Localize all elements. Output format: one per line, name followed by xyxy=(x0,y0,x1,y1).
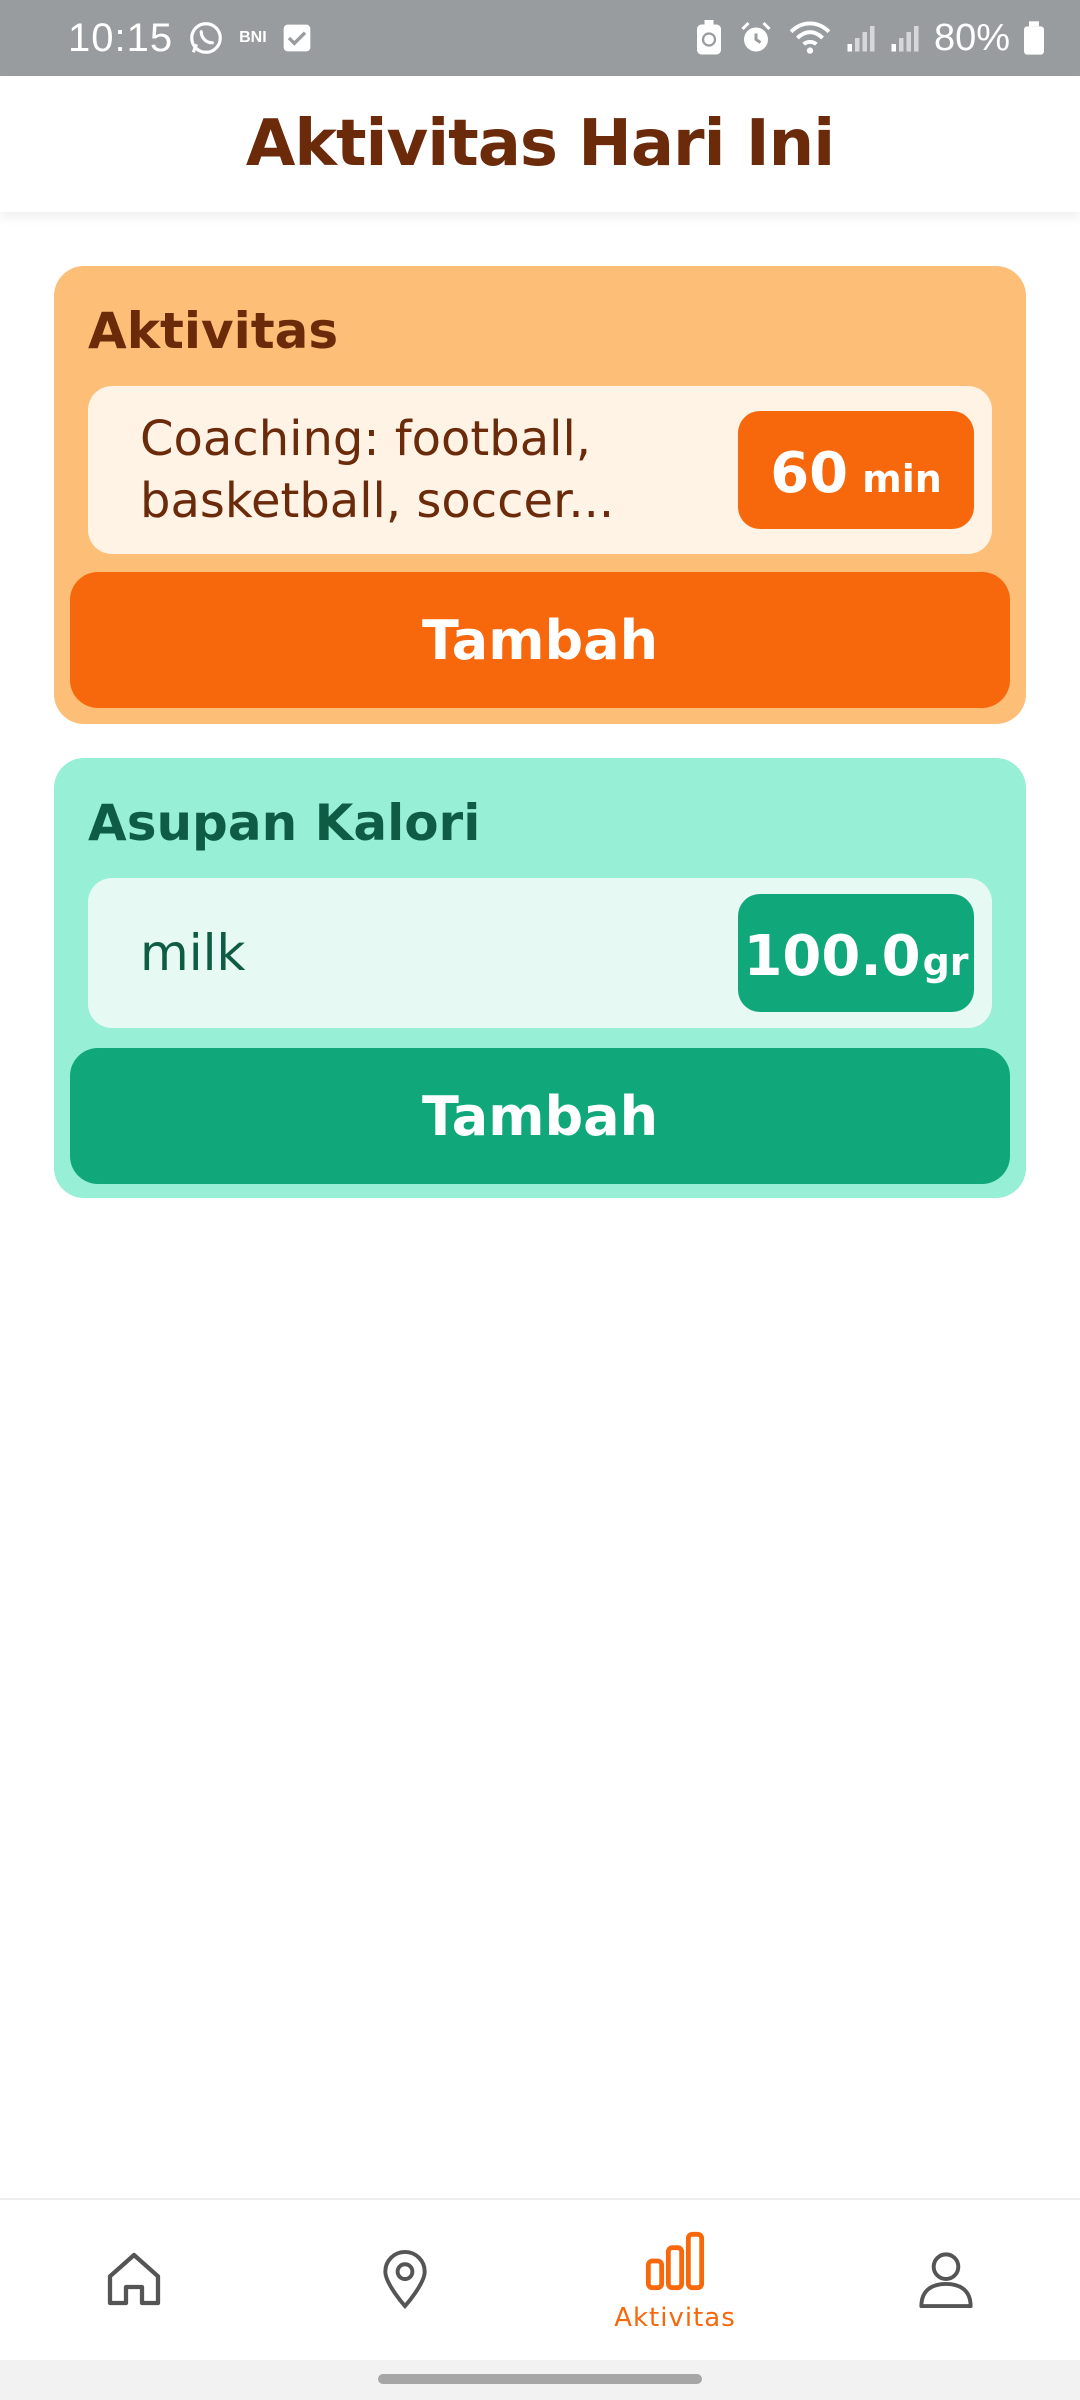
calorie-amount-value: 100.0 xyxy=(743,924,921,989)
nav-item-home[interactable] xyxy=(34,2200,234,2362)
app-header: Aktivitas Hari Ini xyxy=(0,76,1080,212)
calorie-entry[interactable]: milk 100.0 gr xyxy=(88,878,992,1028)
activity-entry-name: Coaching: football, basketball, soccer..… xyxy=(140,411,615,529)
activity-card-title: Aktivitas xyxy=(88,302,339,360)
activity-duration-unit: min xyxy=(862,457,942,501)
signal-icon xyxy=(890,23,920,53)
home-icon xyxy=(102,2247,166,2315)
bottom-nav: Aktivitas xyxy=(0,2198,1080,2360)
calorie-amount-unit: gr xyxy=(922,940,969,984)
activity-duration-value: 60 xyxy=(770,441,849,506)
battery-icon xyxy=(1024,21,1044,55)
nav-item-map[interactable] xyxy=(305,2200,505,2362)
wifi-icon xyxy=(788,20,832,56)
map-pin-icon xyxy=(375,2247,435,2315)
status-bar: 10:15 BNI 80% xyxy=(0,0,1080,76)
battery-percent: 80% xyxy=(933,16,1010,59)
gesture-bar xyxy=(0,2360,1080,2400)
activity-duration-badge: 60 min xyxy=(738,411,974,529)
battery-saver-icon xyxy=(694,20,724,56)
activity-card: Aktivitas Coaching: football, basketball… xyxy=(54,266,1026,724)
user-icon xyxy=(916,2247,976,2315)
nav-label-activity: Aktivitas xyxy=(614,2303,736,2333)
add-activity-button[interactable]: Tambah xyxy=(70,572,1010,708)
gesture-handle[interactable] xyxy=(378,2374,702,2384)
activity-entry[interactable]: Coaching: football, basketball, soccer..… xyxy=(88,386,992,554)
add-calorie-button[interactable]: Tambah xyxy=(70,1048,1010,1184)
clock: 10:15 xyxy=(68,15,174,60)
page-title: Aktivitas Hari Ini xyxy=(245,107,835,181)
bni-label: BNI xyxy=(239,29,267,46)
calorie-card: Asupan Kalori milk 100.0 gr Tambah xyxy=(54,758,1026,1198)
calorie-entry-name: milk xyxy=(140,924,246,982)
status-bar-right: 80% xyxy=(694,17,1044,60)
whatsapp-icon xyxy=(187,19,225,57)
bar-chart-icon xyxy=(643,2229,707,2297)
nav-item-activity[interactable]: Aktivitas xyxy=(575,2200,775,2362)
bni-icon: BNI xyxy=(239,29,267,47)
calorie-card-title: Asupan Kalori xyxy=(88,794,481,852)
signal-icon xyxy=(846,23,876,53)
checkbox-icon xyxy=(281,22,313,54)
alarm-icon xyxy=(738,20,774,56)
calorie-amount-badge: 100.0 gr xyxy=(738,894,974,1012)
nav-item-profile[interactable] xyxy=(846,2200,1046,2362)
status-bar-left: 10:15 BNI xyxy=(68,16,313,61)
